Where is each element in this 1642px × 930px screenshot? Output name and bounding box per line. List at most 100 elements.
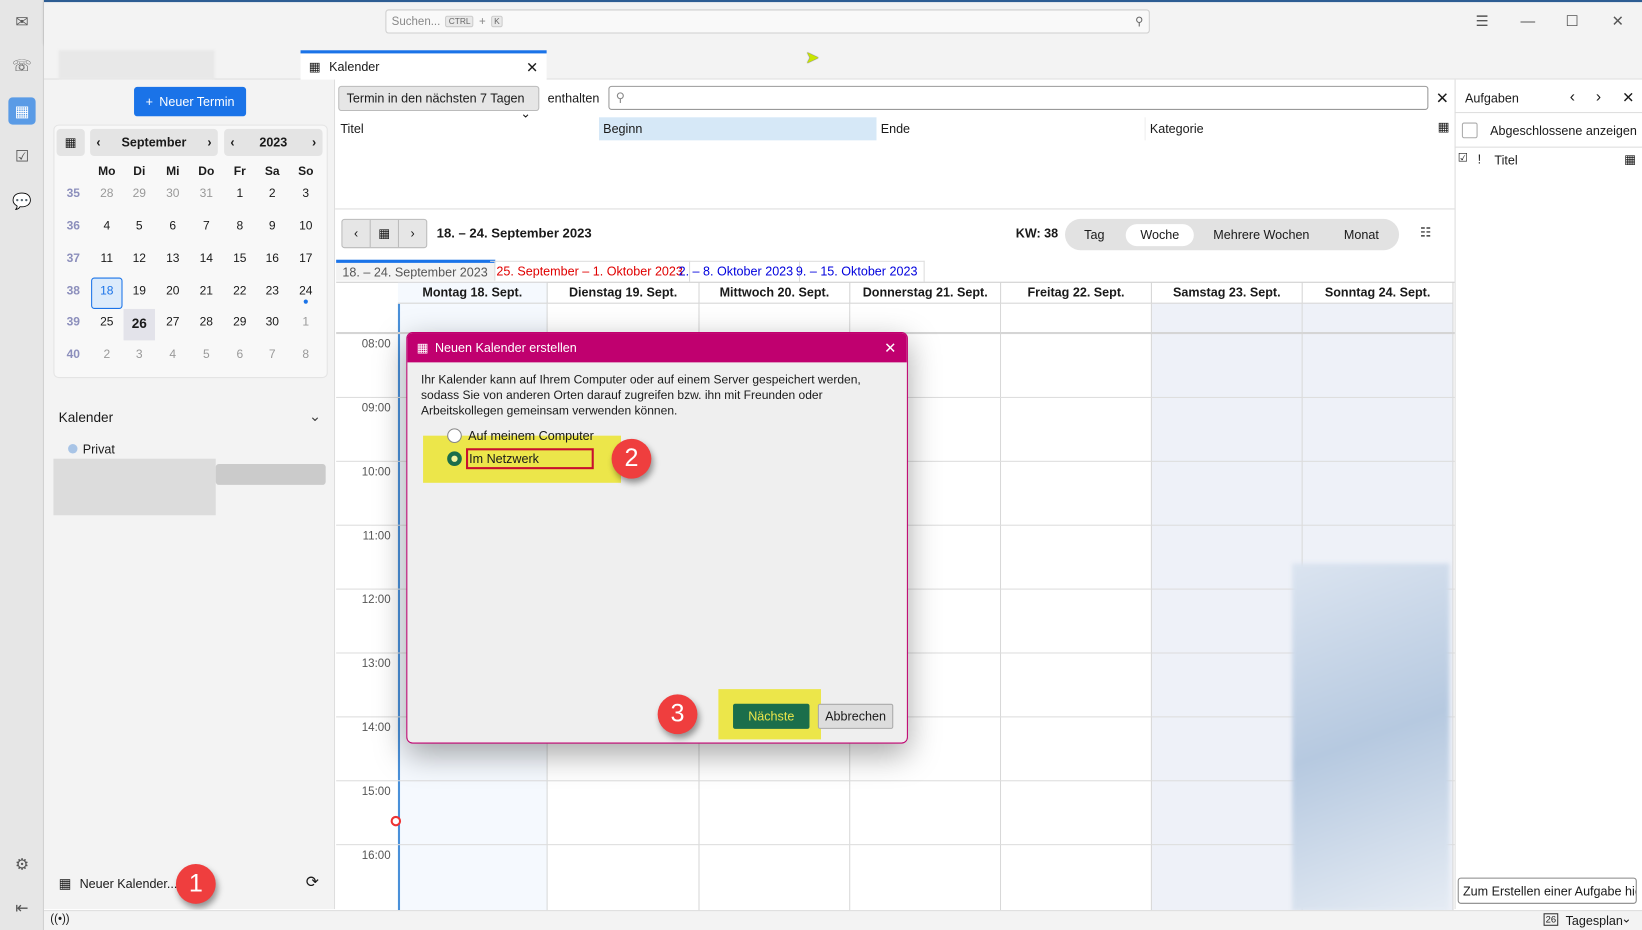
- mini-calendar-day[interactable]: 25: [91, 316, 122, 329]
- mini-calendar-day[interactable]: 21: [191, 285, 222, 298]
- prev-month-icon[interactable]: ‹: [96, 135, 100, 150]
- mini-calendar-day[interactable]: 8: [224, 220, 255, 233]
- mini-calendar-day[interactable]: 12: [124, 252, 155, 265]
- mini-calendar-day[interactable]: 6: [157, 220, 188, 233]
- mini-calendar-day[interactable]: 3: [124, 349, 155, 362]
- priority-column[interactable]: !: [1478, 152, 1482, 167]
- cancel-button[interactable]: Abbrechen: [817, 703, 894, 729]
- view-mehrere-wochen[interactable]: Mehrere Wochen: [1206, 224, 1316, 246]
- prev-year-icon[interactable]: ‹: [230, 135, 234, 150]
- mini-calendar-day[interactable]: 27: [157, 316, 188, 329]
- mini-calendar-day[interactable]: 4: [157, 349, 188, 362]
- mini-calendar-day[interactable]: 3: [290, 187, 321, 200]
- column-header-kategorie[interactable]: Kategorie: [1144, 117, 1433, 141]
- mini-calendar-day[interactable]: 20: [157, 285, 188, 298]
- menu-icon[interactable]: ☰: [1476, 13, 1489, 31]
- mini-calendar-day[interactable]: 23: [257, 285, 288, 298]
- column-picker-icon[interactable]: ▦: [1624, 152, 1636, 167]
- mini-calendar-day[interactable]: 29: [224, 316, 255, 329]
- mail-icon[interactable]: ✉: [8, 8, 35, 35]
- mini-calendar-day[interactable]: 1: [224, 187, 255, 200]
- layout-options-icon[interactable]: ☷: [1420, 225, 1431, 240]
- maximize-icon[interactable]: ☐: [1566, 13, 1579, 31]
- mini-calendar-day[interactable]: 19: [124, 285, 155, 298]
- close-tab-icon[interactable]: ✕: [526, 58, 538, 76]
- new-task-input[interactable]: Zum Erstellen einer Aufgabe hier: [1457, 877, 1637, 904]
- tab-kalender[interactable]: ▦ Kalender ✕: [300, 50, 547, 81]
- title-column[interactable]: Titel: [1494, 153, 1517, 168]
- close-dialog-icon[interactable]: ✕: [884, 339, 896, 357]
- mini-calendar-day[interactable]: 28: [191, 316, 222, 329]
- mini-calendar-day[interactable]: 2: [257, 187, 288, 200]
- view-monat[interactable]: Monat: [1335, 224, 1387, 246]
- mini-calendar-day[interactable]: 14: [191, 252, 222, 265]
- radio-local[interactable]: [447, 428, 462, 444]
- day-header[interactable]: Mittwoch 20. Sept.: [699, 282, 851, 304]
- mini-calendar-day[interactable]: 26: [123, 308, 155, 341]
- next-icon[interactable]: ›: [1596, 88, 1601, 106]
- prev-week-icon[interactable]: ‹: [342, 219, 371, 248]
- day-header[interactable]: Dienstag 19. Sept.: [547, 282, 700, 304]
- mini-calendar-day[interactable]: 10: [290, 220, 321, 233]
- minimize-icon[interactable]: —: [1521, 13, 1536, 30]
- next-button[interactable]: Nächste: [733, 703, 810, 729]
- column-header-titel[interactable]: Titel: [336, 117, 598, 140]
- next-month-icon[interactable]: ›: [207, 135, 211, 150]
- close-window-icon[interactable]: ✕: [1612, 13, 1624, 31]
- settings-gear-icon[interactable]: ⚙: [8, 850, 35, 877]
- sync-icon[interactable]: ⟳: [306, 872, 319, 891]
- today-pane-button[interactable]: Tagesplan: [1566, 913, 1623, 928]
- new-calendar-button[interactable]: Neuer Kalender...: [80, 877, 178, 892]
- mini-calendar-day[interactable]: 1: [290, 316, 321, 329]
- mini-calendar-day[interactable]: 30: [157, 187, 188, 200]
- radio-network[interactable]: [447, 451, 462, 467]
- today-icon[interactable]: ▦: [56, 128, 85, 157]
- next-year-icon[interactable]: ›: [312, 135, 316, 150]
- view-tag[interactable]: Tag: [1075, 224, 1113, 246]
- week-tab[interactable]: 25. September – 1. Oktober 2023: [490, 260, 691, 282]
- mini-calendar-day[interactable]: 30: [257, 316, 288, 329]
- option-local-label[interactable]: Auf meinem Computer: [468, 428, 594, 443]
- event-range-dropdown[interactable]: Termin in den nächsten 7 Tagen ⌄: [338, 85, 540, 120]
- calendar-item-privat[interactable]: Privat: [83, 442, 115, 457]
- new-event-button[interactable]: + Neuer Termin: [134, 86, 247, 117]
- week-tab[interactable]: 2. – 8. Oktober 2023: [672, 260, 801, 282]
- day-header[interactable]: Montag 18. Sept.: [397, 282, 548, 304]
- collapse-icon[interactable]: ⇤: [8, 894, 35, 921]
- mini-calendar-day[interactable]: 8: [290, 349, 321, 362]
- chat-icon[interactable]: 💬: [8, 187, 35, 214]
- column-header-ende[interactable]: Ende: [877, 117, 1145, 140]
- calendar-icon[interactable]: ▦: [8, 97, 36, 125]
- mini-calendar-day[interactable]: 2: [91, 349, 122, 362]
- event-filter-input[interactable]: ⚲: [608, 85, 1429, 110]
- next-week-icon[interactable]: ›: [399, 220, 426, 247]
- prev-icon[interactable]: ‹: [1570, 88, 1575, 106]
- day-header[interactable]: Samstag 23. Sept.: [1151, 282, 1303, 304]
- mini-calendar-day[interactable]: 7: [257, 349, 288, 362]
- mini-calendar-day[interactable]: 17: [290, 252, 321, 265]
- mini-calendar-day[interactable]: 24: [290, 285, 321, 298]
- chevron-down-icon[interactable]: ⌄: [1621, 911, 1632, 926]
- tasks-icon[interactable]: ☑: [8, 142, 35, 169]
- day-column[interactable]: [1001, 303, 1152, 912]
- show-completed-checkbox[interactable]: [1461, 122, 1478, 139]
- online-status-icon[interactable]: ((•)): [50, 913, 69, 926]
- week-tab[interactable]: 9. – 15. Oktober 2023: [789, 260, 925, 282]
- mini-calendar-day[interactable]: 11: [91, 252, 122, 265]
- mini-calendar-day[interactable]: 13: [157, 252, 188, 265]
- today-icon[interactable]: ▦: [371, 219, 399, 248]
- column-picker-icon[interactable]: ▦: [1438, 119, 1450, 134]
- day-column[interactable]: [1151, 303, 1303, 912]
- completed-column-icon[interactable]: ☑: [1458, 151, 1468, 165]
- mini-calendar-day[interactable]: 31: [191, 187, 222, 200]
- day-header[interactable]: Donnerstag 21. Sept.: [850, 282, 1002, 304]
- mini-calendar-day[interactable]: 9: [257, 220, 288, 233]
- chevron-down-icon[interactable]: ⌄: [309, 407, 321, 425]
- global-search-input[interactable]: Suchen... CTRL + K ⚲: [385, 9, 1150, 34]
- mini-calendar-day[interactable]: 16: [257, 252, 288, 265]
- week-tab[interactable]: 18. – 24. September 2023: [336, 259, 496, 281]
- mini-calendar-day[interactable]: 5: [124, 220, 155, 233]
- view-woche[interactable]: Woche: [1125, 224, 1194, 247]
- address-book-icon[interactable]: ☏: [8, 52, 35, 79]
- mini-calendar-day[interactable]: 4: [91, 220, 122, 233]
